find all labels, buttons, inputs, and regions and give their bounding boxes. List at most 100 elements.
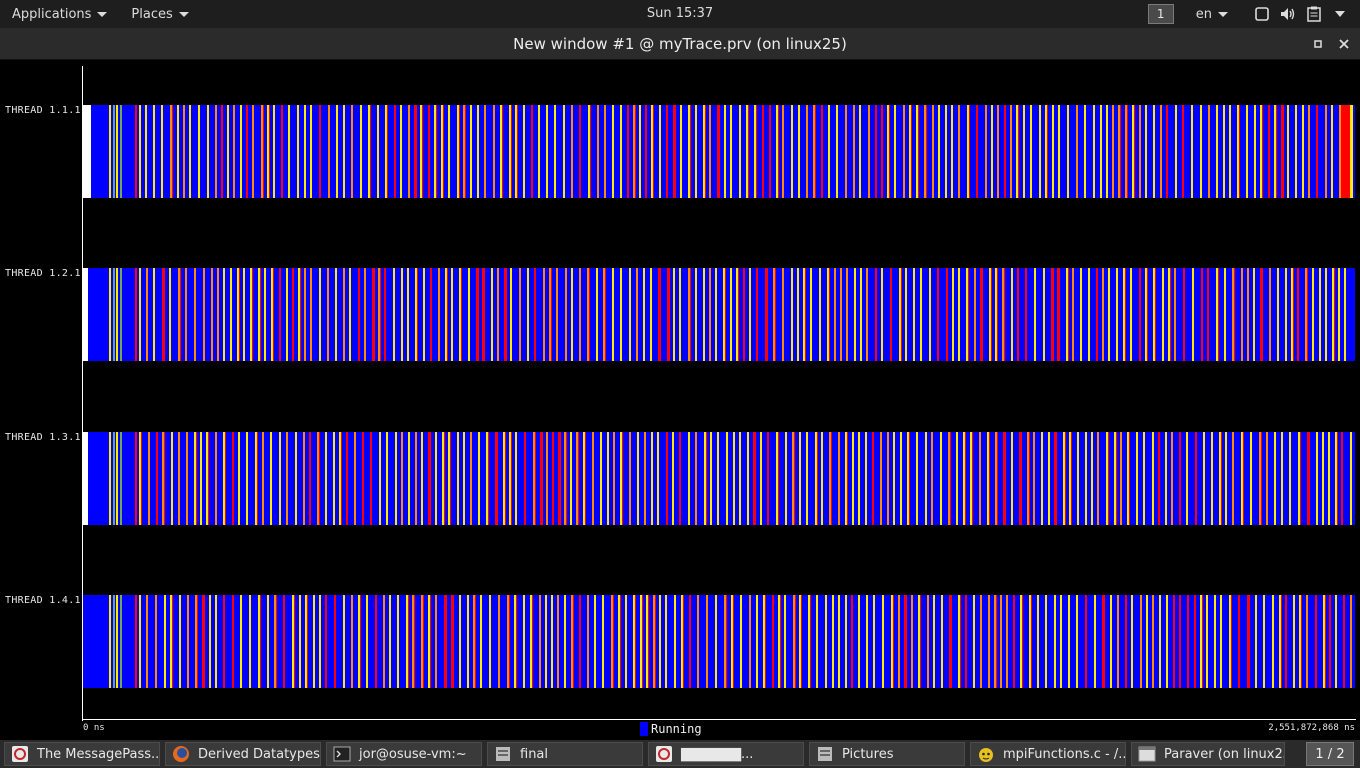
trace-segment	[271, 268, 273, 361]
trace-segment	[465, 105, 466, 198]
thread-timeline-2[interactable]	[83, 268, 1355, 361]
trace-segment	[540, 432, 542, 525]
trace-segment	[1262, 105, 1263, 198]
trace-segment	[223, 432, 225, 525]
workspace-pager[interactable]: 1 / 2	[1306, 742, 1354, 766]
thread-timeline-3[interactable]	[83, 432, 1355, 525]
language-selector[interactable]: en	[1196, 7, 1228, 22]
trace-segment	[1152, 595, 1154, 688]
trace-segment	[808, 595, 810, 688]
trace-segment	[1139, 105, 1141, 198]
trace-segment	[515, 105, 517, 198]
trace-segment	[1043, 268, 1045, 361]
workspace-indicator[interactable]: 1	[1147, 4, 1174, 24]
trace-segment	[178, 432, 180, 525]
trace-segment	[551, 268, 552, 361]
trace-segment	[578, 432, 579, 525]
task-paraver[interactable]: Paraver (on linux25)	[1131, 742, 1285, 766]
trace-segment	[116, 268, 118, 361]
task-mpifunctions[interactable]: mpiFunctions.c - /...	[970, 742, 1126, 766]
trace-segment	[459, 268, 461, 361]
trace-segment	[207, 105, 209, 198]
trace-segment	[596, 268, 598, 361]
trace-segment	[590, 105, 591, 198]
trace-segment	[627, 105, 629, 198]
trace-segment	[657, 432, 659, 525]
trace-segment	[816, 595, 818, 688]
thread-timeline-4[interactable]	[83, 595, 1355, 688]
trace-segment	[717, 105, 719, 198]
trace-segment	[901, 268, 902, 361]
task-label: The MessagePass...	[37, 746, 160, 762]
trace-segment	[905, 268, 907, 361]
trace-segment	[421, 432, 423, 525]
trace-segment	[603, 268, 605, 361]
maximize-icon[interactable]	[1310, 36, 1326, 52]
trace-segment	[920, 595, 921, 688]
trace-segment	[358, 268, 360, 361]
trace-segment	[177, 105, 179, 198]
editor-icon	[977, 745, 995, 763]
task-terminal[interactable]: jor@osuse-vm:~	[326, 742, 482, 766]
task-message-passing[interactable]: The MessagePass...	[4, 742, 160, 766]
places-menu[interactable]: Places	[119, 0, 200, 28]
trace-segment	[511, 432, 512, 525]
trace-segment	[1224, 268, 1226, 361]
task-pictures[interactable]: Pictures	[809, 742, 965, 766]
trace-segment	[448, 432, 450, 525]
trace-segment	[292, 268, 294, 361]
chevron-down-icon[interactable]	[1332, 6, 1348, 22]
trace-segment	[924, 105, 926, 198]
trace-segment	[852, 432, 854, 525]
trace-segment	[840, 268, 842, 361]
chevron-down-icon	[178, 11, 189, 17]
trace-segment	[703, 268, 705, 361]
trace-segment	[325, 432, 327, 525]
trace-segment	[1229, 105, 1231, 198]
trace-segment	[1301, 595, 1302, 688]
trace-segment	[1216, 105, 1218, 198]
trace-segment	[317, 432, 319, 525]
applications-menu[interactable]: Applications	[0, 0, 119, 28]
task-final[interactable]: final	[487, 742, 643, 766]
trace-segment	[951, 595, 952, 688]
trace-segment	[145, 105, 147, 198]
trace-segment	[1323, 595, 1325, 688]
trace-segment	[784, 595, 786, 688]
trace-segment	[831, 432, 832, 525]
window-titlebar[interactable]: New window #1 @ myTrace.prv (on linux25)	[0, 28, 1360, 60]
trace-view[interactable]: THREAD 1.1.1 THREAD 1.2.1 THREAD 1.3.1 T…	[0, 60, 1360, 740]
trace-segment	[898, 595, 900, 688]
trace-segment	[444, 595, 446, 688]
trace-segment	[730, 105, 732, 198]
trace-segment	[515, 432, 517, 525]
trace-segment	[927, 595, 929, 688]
trace-segment	[1274, 105, 1276, 198]
trace-segment	[1166, 105, 1168, 198]
trace-segment	[351, 105, 353, 198]
trace-segment	[319, 432, 320, 525]
trace-segment	[434, 105, 436, 198]
trace-segment	[940, 432, 942, 525]
task-browser-2[interactable]: ▇▇▇▇▇▇...	[648, 742, 804, 766]
task-derived-datatypes[interactable]: Derived Datatypes ...	[165, 742, 321, 766]
thread-timeline-1[interactable]	[83, 105, 1355, 198]
trace-segment	[208, 432, 209, 525]
trace-segment	[965, 595, 967, 688]
trace-segment	[386, 432, 388, 525]
trace-segment	[370, 432, 372, 525]
trace-segment	[430, 268, 432, 361]
screen-icon[interactable]	[1254, 6, 1270, 22]
trace-segment	[1179, 432, 1181, 525]
trace-segment	[524, 432, 526, 525]
close-icon[interactable]	[1336, 36, 1352, 52]
trace-segment	[1053, 268, 1054, 361]
trace-segment	[162, 432, 164, 525]
trace-segment	[749, 595, 751, 688]
volume-icon[interactable]	[1280, 6, 1296, 22]
clipboard-icon[interactable]	[1306, 6, 1322, 22]
trace-segment	[146, 268, 148, 361]
trace-segment	[109, 268, 111, 361]
trace-segment	[836, 105, 838, 198]
trace-segment	[1153, 105, 1155, 198]
